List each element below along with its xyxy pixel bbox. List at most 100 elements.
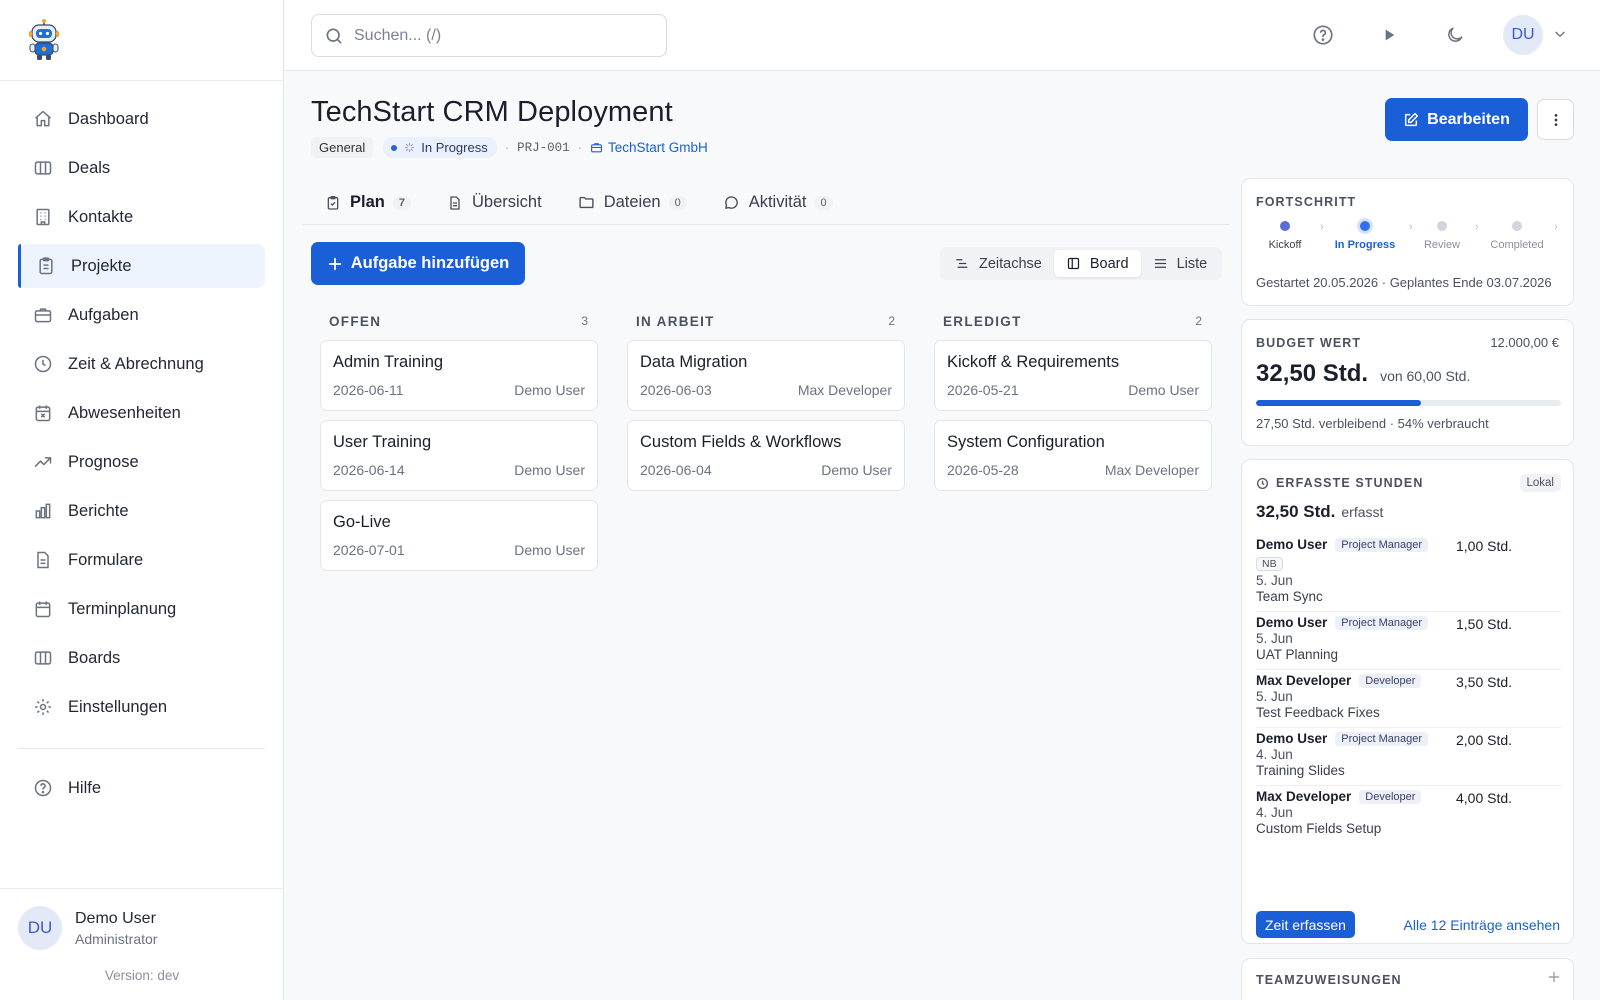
sidebar-item-formulare[interactable]: Formulare xyxy=(18,538,265,582)
entry-role: Project Manager xyxy=(1335,615,1428,630)
entry-role: Project Manager xyxy=(1335,731,1428,746)
task-card[interactable]: Custom Fields & Workflows 2026-06-04 Demo… xyxy=(627,420,905,491)
status-badge: In Progress xyxy=(383,137,497,158)
tab-aktivitaet[interactable]: Aktivität 0 xyxy=(701,180,847,225)
version-label: Version: dev xyxy=(104,968,180,983)
chevron-down-icon[interactable] xyxy=(1553,27,1567,41)
view-liste[interactable]: Liste xyxy=(1141,250,1220,277)
view-label: Zeitachse xyxy=(979,255,1042,272)
time-entry[interactable]: Demo User Project Manager 1,50 Std. 5. Ju… xyxy=(1256,612,1561,670)
view-board[interactable]: Board xyxy=(1053,250,1141,277)
sidebar-nav: Dashboard Deals Kontakte Projekte Aufgab… xyxy=(18,97,265,734)
entry-hours: 1,50 Std. xyxy=(1456,616,1513,632)
task-card[interactable]: User Training 2026-06-14 Demo User xyxy=(320,420,598,491)
task-assignee: Demo User xyxy=(514,382,585,398)
view-zeitachse[interactable]: Zeitachse xyxy=(943,250,1054,277)
sidebar-item-label: Einstellungen xyxy=(68,697,168,716)
entry-user: Demo User xyxy=(1256,731,1328,746)
robot-logo-icon[interactable] xyxy=(26,18,62,62)
sidebar-item-kontakte[interactable]: Kontakte xyxy=(18,195,265,239)
hours-panel: ERFASSTE STUNDEN Lokal 32,50 Std. erfass… xyxy=(1241,459,1574,944)
clock-icon xyxy=(32,353,54,375)
more-options-button[interactable] xyxy=(1537,99,1574,140)
task-date: 2026-06-04 xyxy=(640,462,712,478)
timeline-icon xyxy=(955,256,979,271)
task-card[interactable]: Go-Live 2026-07-01 Demo User xyxy=(320,500,598,571)
sidebar-item-dashboard[interactable]: Dashboard xyxy=(18,97,265,141)
task-title: User Training xyxy=(333,433,432,451)
board-column-in-arbeit: IN ARBEIT 2 Data Migration 2026-06-03 Max… xyxy=(627,310,905,500)
company-link[interactable]: TechStart GmbH xyxy=(590,140,708,155)
user-profile[interactable]: DU Demo User Administrator xyxy=(18,906,157,950)
sidebar-item-terminplanung[interactable]: Terminplanung xyxy=(18,587,265,631)
sidebar-item-deals[interactable]: Deals xyxy=(18,146,265,190)
time-entry[interactable]: Demo User Project Manager 2,00 Std. 4. Ju… xyxy=(1256,728,1561,786)
sidebar-item-label: Formulare xyxy=(68,550,144,569)
sidebar-item-berichte[interactable]: Berichte xyxy=(18,489,265,533)
sidebar: Dashboard Deals Kontakte Projekte Aufgab… xyxy=(0,0,284,1000)
log-time-button[interactable]: Zeit erfassen xyxy=(1256,911,1355,938)
column-header: ERLEDIGT 2 xyxy=(934,310,1212,332)
user-meta: Demo User Administrator xyxy=(75,910,157,947)
time-entries-list: Demo User Project Manager 1,00 Std. NB 5.… xyxy=(1256,534,1561,843)
sidebar-item-boards[interactable]: Boards xyxy=(18,636,265,680)
entry-date: 5. Jun xyxy=(1256,573,1293,588)
file-text-icon xyxy=(447,195,472,211)
time-entry[interactable]: Max Developer Developer 3,50 Std. 5. Jun … xyxy=(1256,670,1561,728)
time-entry[interactable]: Demo User Project Manager 1,00 Std. NB 5.… xyxy=(1256,534,1561,612)
task-assignee: Max Developer xyxy=(797,382,892,398)
sidebar-item-label: Terminplanung xyxy=(68,599,177,618)
project-meta: General In Progress · PRJ-001 · TechStar… xyxy=(311,137,708,158)
budget-panel: BUDGET WERT 12.000,00 € 32,50 Std. von 6… xyxy=(1241,319,1574,446)
sidebar-divider xyxy=(0,888,284,889)
task-card[interactable]: System Configuration 2026-05-28 Max Devel… xyxy=(934,420,1212,491)
user-avatar-button[interactable]: DU xyxy=(1503,15,1543,55)
plus-icon[interactable] xyxy=(1547,970,1561,984)
board-column-erledigt: ERLEDIGT 2 Kickoff & Requirements 2026-0… xyxy=(934,310,1212,500)
task-date: 2026-07-01 xyxy=(333,542,405,558)
sidebar-item-aufgaben[interactable]: Aufgaben xyxy=(18,293,265,337)
step-dot xyxy=(1280,221,1290,231)
task-card[interactable]: Kickoff & Requirements 2026-05-21 Demo Us… xyxy=(934,340,1212,411)
list-icon xyxy=(1153,256,1177,271)
panel-title: BUDGET WERT xyxy=(1256,336,1362,350)
panel-title: ERFASSTE STUNDEN xyxy=(1276,476,1424,490)
time-entry[interactable]: Max Developer Developer 4,00 Std. 4. Jun … xyxy=(1256,786,1561,843)
sidebar-item-projekte[interactable]: Projekte xyxy=(18,244,265,288)
search-box[interactable] xyxy=(311,14,667,57)
search-input[interactable] xyxy=(354,26,644,45)
help-circle-icon[interactable] xyxy=(1310,22,1336,48)
task-date: 2026-06-11 xyxy=(333,382,404,398)
add-task-label: Aufgabe hinzufügen xyxy=(350,254,510,272)
sidebar-item-label: Prognose xyxy=(68,452,139,471)
tab-uebersicht[interactable]: Übersicht xyxy=(425,180,556,225)
task-card[interactable]: Admin Training 2026-06-11 Demo User xyxy=(320,340,598,411)
progress-panel: FORTSCHRITT Kickoff › In Progress › Revi… xyxy=(1241,178,1574,306)
sidebar-item-label: Dashboard xyxy=(68,109,149,128)
sidebar-item-label: Deals xyxy=(68,158,111,177)
tab-plan[interactable]: Plan 7 xyxy=(303,180,425,225)
sidebar-item-label: Projekte xyxy=(71,256,132,275)
add-task-button[interactable]: Aufgabe hinzufügen xyxy=(311,242,525,285)
sidebar-item-zeit[interactable]: Zeit & Abrechnung xyxy=(18,342,265,386)
sidebar-item-label: Abwesenheiten xyxy=(68,403,181,422)
search-icon xyxy=(324,26,344,46)
columns-icon xyxy=(1066,256,1090,271)
moon-icon[interactable] xyxy=(1442,22,1468,48)
sidebar-item-abwesenheiten[interactable]: Abwesenheiten xyxy=(18,391,265,435)
tab-dateien[interactable]: Dateien 0 xyxy=(556,180,701,225)
task-card[interactable]: Data Migration 2026-06-03 Max Developer xyxy=(627,340,905,411)
help-circle-icon xyxy=(32,777,54,799)
sidebar-item-einstellungen[interactable]: Einstellungen xyxy=(18,685,265,729)
entry-date: 5. Jun xyxy=(1256,689,1293,704)
column-title: IN ARBEIT xyxy=(636,313,715,329)
sidebar-item-hilfe[interactable]: Hilfe xyxy=(18,766,265,810)
edit-button[interactable]: Bearbeiten xyxy=(1385,98,1528,141)
progress-stepper: Kickoff › In Progress › Review › Complet… xyxy=(1252,221,1562,255)
entry-description: UAT Planning xyxy=(1256,647,1339,662)
step-in-progress: In Progress xyxy=(1332,221,1398,251)
view-all-entries-link[interactable]: Alle 12 Einträge ansehen xyxy=(1404,917,1560,933)
play-icon[interactable] xyxy=(1376,22,1402,48)
entry-user: Max Developer xyxy=(1256,789,1352,804)
sidebar-item-prognose[interactable]: Prognose xyxy=(18,440,265,484)
